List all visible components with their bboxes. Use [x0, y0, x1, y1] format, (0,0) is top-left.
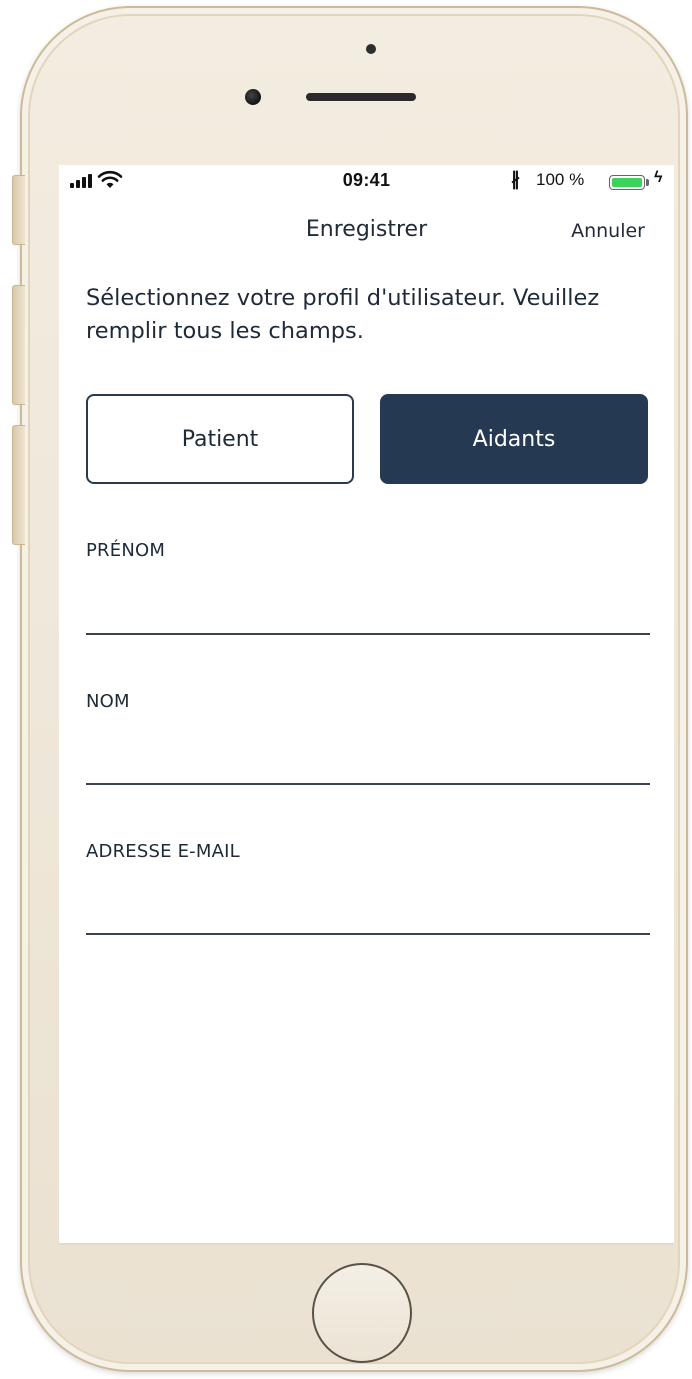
- email-underline: [86, 933, 650, 935]
- last-name-label: NOM: [86, 691, 130, 712]
- screen: 09:41 ∦ 100 % ϟ Enregistrer Annuler Séle…: [59, 165, 674, 1243]
- volume-down-button: [12, 425, 25, 545]
- front-camera: [245, 89, 261, 105]
- intro-text: Sélectionnez votre profil d'utilisateur.…: [86, 285, 600, 344]
- last-name-field[interactable]: NOM: [86, 691, 650, 787]
- cancel-button[interactable]: Annuler: [571, 220, 645, 242]
- first-name-label: PRÉNOM: [86, 540, 166, 561]
- battery-icon: [609, 175, 645, 190]
- earpiece-speaker: [306, 93, 416, 101]
- battery-percent: 100 %: [536, 170, 585, 189]
- email-label: ADRESSE E-MAIL: [86, 841, 240, 862]
- profile-option-patient[interactable]: Patient: [86, 394, 354, 484]
- last-name-underline: [86, 783, 650, 785]
- battery-tip: [646, 179, 649, 186]
- first-name-underline: [86, 633, 650, 635]
- proximity-sensor: [366, 44, 376, 54]
- profile-option-aidants[interactable]: Aidants: [380, 394, 648, 484]
- volume-up-button: [12, 285, 25, 405]
- battery-level: [612, 178, 642, 187]
- first-name-field[interactable]: PRÉNOM: [86, 540, 650, 636]
- navigation-bar: Enregistrer Annuler: [59, 215, 674, 255]
- charging-icon: ϟ: [654, 169, 663, 186]
- status-bar: 09:41 ∦ 100 % ϟ: [59, 165, 674, 199]
- email-field[interactable]: ADRESSE E-MAIL: [86, 841, 650, 937]
- bluetooth-icon: ∦: [511, 169, 520, 189]
- home-button[interactable]: [312, 1263, 412, 1363]
- profile-selector: Patient Aidants: [86, 394, 651, 486]
- screen-bottom-edge: [59, 1243, 674, 1245]
- mute-switch: [12, 175, 25, 245]
